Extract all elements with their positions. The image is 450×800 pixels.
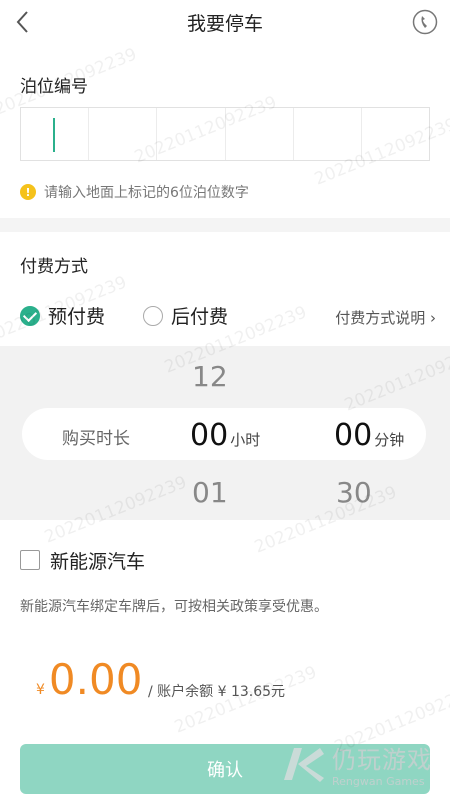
hour-value: 00 (190, 418, 229, 453)
postpay-radio-icon[interactable] (143, 305, 164, 326)
section-divider (0, 218, 450, 232)
minute-unit: 分钟 (374, 431, 405, 449)
hour-next[interactable]: 01 (192, 476, 228, 509)
duration-label: 购买时长 (62, 429, 130, 449)
hour-selected[interactable]: 00 小时 (190, 418, 260, 453)
code-cell[interactable] (21, 108, 90, 160)
hour-unit: 小时 (230, 431, 261, 449)
nev-description: 新能源汽车绑定车牌后，可按相关政策享受优惠。 (20, 599, 328, 615)
brand-name-en: Rengwan Games (332, 775, 425, 788)
phone-icon[interactable] (412, 9, 438, 35)
text-cursor (53, 118, 55, 152)
header-bar: 我要停车 (0, 0, 450, 44)
minute-selected[interactable]: 00 分钟 (334, 418, 404, 453)
code-cell[interactable] (294, 108, 362, 160)
payment-label: 付费方式 (20, 257, 88, 277)
berth-hint: ! 请输入地面上标记的6位泊位数字 (20, 182, 249, 202)
currency-symbol: ¥ (36, 682, 45, 698)
postpay-option[interactable]: 后付费 (171, 302, 228, 329)
payment-help-link[interactable]: 付费方式说明 › (335, 307, 436, 328)
brand-logo-icon (284, 748, 324, 782)
page-title: 我要停车 (186, 13, 263, 35)
amount-value: 0.00 (48, 655, 143, 704)
minute-value: 00 (334, 418, 373, 453)
amount-display: ¥ 0.00 (36, 655, 142, 704)
nev-label[interactable]: 新能源汽车 (50, 547, 145, 574)
nev-checkbox[interactable] (20, 550, 40, 570)
berth-hint-text: 请输入地面上标记的6位泊位数字 (44, 185, 249, 201)
info-icon: ! (20, 184, 36, 200)
